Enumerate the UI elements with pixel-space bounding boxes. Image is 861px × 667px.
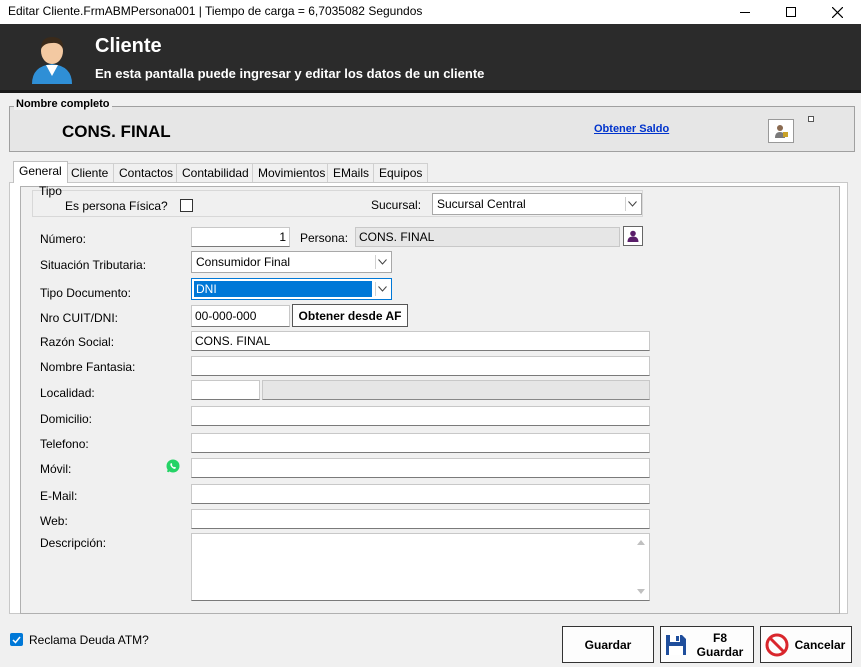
situacion-value: Consumidor Final	[196, 255, 291, 269]
reclama-deuda-checkbox[interactable]	[10, 633, 23, 646]
persona-fisica-checkbox[interactable]	[180, 199, 193, 212]
sucursal-value: Sucursal Central	[437, 197, 526, 211]
saldo-button[interactable]	[768, 119, 794, 143]
persona-fisica-label: Es persona Física?	[65, 199, 168, 213]
web-input[interactable]	[191, 509, 650, 529]
situacion-select[interactable]: Consumidor Final	[191, 251, 392, 273]
movil-label: Móvil:	[40, 462, 72, 476]
cancelar-button[interactable]: Cancelar	[760, 626, 852, 663]
person-icon	[627, 230, 639, 242]
localidad-name-field	[262, 380, 650, 400]
f8-key-label: F8	[712, 630, 727, 645]
descripcion-label: Descripción:	[40, 536, 107, 550]
domicilio-label: Domicilio:	[40, 412, 93, 426]
cuit-label: Nro CUIT/DNI:	[40, 311, 118, 325]
window-title: Editar Cliente.FrmABMPersona001 | Tiempo…	[8, 4, 423, 18]
persona-label: Persona:	[300, 231, 349, 245]
nombre-fantasia-label: Nombre Fantasia:	[40, 360, 136, 374]
f8-guardar-label: Guardar	[696, 644, 744, 659]
telefono-input[interactable]	[191, 433, 650, 453]
domicilio-input[interactable]	[191, 406, 650, 426]
maximize-icon	[786, 7, 796, 17]
tipo-doc-label: Tipo Documento:	[40, 286, 131, 300]
persona-lookup-button[interactable]	[623, 226, 643, 246]
web-label: Web:	[40, 514, 68, 528]
scroll-down-icon[interactable]	[637, 589, 645, 594]
telefono-label: Telefono:	[40, 437, 89, 451]
persona-field: CONS. FINAL	[355, 227, 620, 247]
cuit-input[interactable]: 00-000-000	[191, 305, 290, 327]
cancelar-label: Cancelar	[794, 637, 846, 652]
localidad-code-input[interactable]	[191, 380, 260, 400]
whatsapp-icon[interactable]	[166, 459, 180, 473]
obtener-af-button[interactable]: Obtener desde AF	[292, 304, 408, 327]
tab-equipos[interactable]: Equipos	[373, 163, 429, 183]
name-group-legend: Nombre completo	[14, 98, 112, 110]
email-input[interactable]	[191, 484, 650, 504]
sucursal-select[interactable]: Sucursal Central	[432, 193, 642, 215]
title-bar: Editar Cliente.FrmABMPersona001 | Tiempo…	[0, 0, 861, 24]
tipo-doc-value: DNI	[194, 281, 372, 297]
obtener-saldo-link[interactable]: Obtener Saldo	[594, 123, 669, 135]
full-name-value: CONS. FINAL	[62, 122, 171, 141]
tab-emails[interactable]: EMails	[327, 163, 376, 183]
numero-input[interactable]: 1	[191, 227, 290, 247]
tab-cliente[interactable]: Cliente	[65, 163, 115, 183]
minimize-button[interactable]	[722, 0, 768, 24]
close-button[interactable]	[814, 0, 860, 24]
numero-label: Número:	[40, 232, 87, 246]
scroll-up-icon[interactable]	[637, 540, 645, 545]
localidad-label: Localidad:	[40, 386, 95, 400]
descripcion-textarea[interactable]	[191, 533, 650, 601]
chevron-down-icon	[625, 197, 639, 211]
guardar-button[interactable]: Guardar	[562, 626, 654, 663]
razon-social-input[interactable]: CONS. FINAL	[191, 331, 650, 351]
tab-movimientos[interactable]: Movimientos	[252, 163, 332, 183]
page-subtitle: En esta pantalla puede ingresar y editar…	[95, 66, 485, 81]
user-avatar-icon	[32, 37, 72, 84]
checkmark-icon	[12, 636, 21, 644]
tipo-legend: Tipo	[39, 184, 62, 198]
razon-social-label: Razón Social:	[40, 335, 115, 349]
situacion-label: Situación Tributaria:	[40, 258, 147, 272]
floppy-disk-icon	[666, 634, 686, 655]
page-title: Cliente	[95, 35, 162, 57]
header-banner: Cliente En esta pantalla puede ingresar …	[0, 24, 861, 92]
resize-handle[interactable]	[808, 116, 814, 122]
sucursal-label: Sucursal:	[371, 198, 422, 212]
chevron-down-icon	[375, 282, 389, 296]
f8-guardar-button[interactable]: F8 Guardar	[660, 626, 754, 663]
tipo-doc-select[interactable]: DNI	[191, 278, 392, 300]
person-money-icon	[775, 125, 788, 138]
minimize-icon	[740, 11, 750, 13]
email-label: E-Mail:	[40, 489, 78, 503]
no-entry-icon	[765, 633, 789, 656]
close-icon	[831, 6, 843, 18]
tab-contactos[interactable]: Contactos	[113, 163, 180, 183]
reclama-deuda-label: Reclama Deuda ATM?	[29, 633, 149, 647]
tab-contabilidad[interactable]: Contabilidad	[176, 163, 255, 183]
descripcion-scrollbar[interactable]	[633, 534, 649, 600]
chevron-down-icon	[375, 255, 389, 269]
tab-general[interactable]: General	[13, 161, 68, 183]
nombre-fantasia-input[interactable]	[191, 356, 650, 376]
movil-input[interactable]	[191, 458, 650, 478]
maximize-button[interactable]	[768, 0, 814, 24]
header-divider	[0, 90, 861, 93]
